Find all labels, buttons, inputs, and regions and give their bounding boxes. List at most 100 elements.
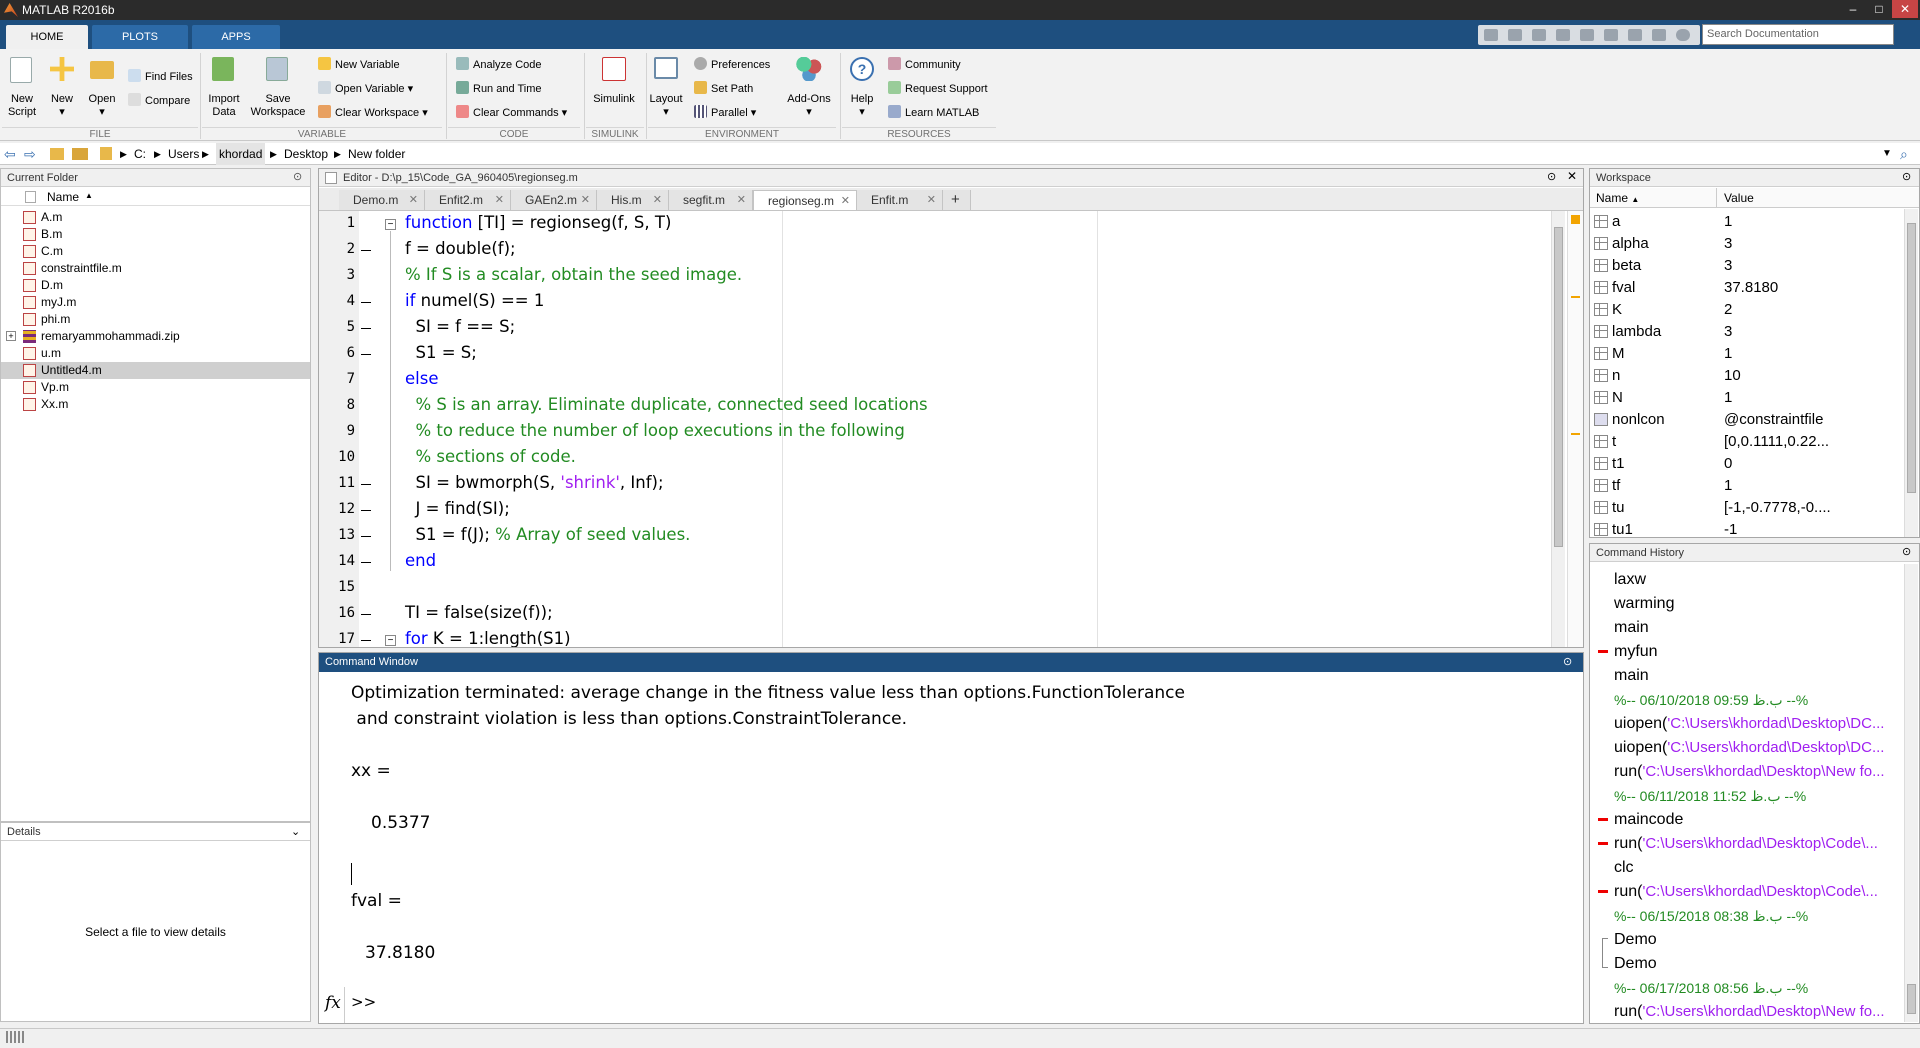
file-item[interactable]: myJ.m [1,294,310,311]
run-and-time-button[interactable]: Run and Time [456,81,541,96]
simulink-icon[interactable] [602,57,626,81]
breadcrumb-khordad[interactable]: khordad [216,143,266,165]
open-button[interactable]: Open ▾ [84,93,120,119]
breakpoint-marker[interactable] [361,302,371,303]
minimize-button[interactable]: – [1840,0,1866,18]
maximize-button[interactable]: □ [1866,0,1892,18]
add-ons-icon[interactable] [796,57,822,81]
add-tab-button[interactable]: + [943,190,971,210]
workspace-variable[interactable]: N1 [1590,387,1900,409]
chevron-down-icon[interactable]: ▼ [1882,143,1892,165]
history-item[interactable]: maincode [1614,808,1683,832]
new-script-icon[interactable] [10,57,32,83]
panel-menu-icon[interactable]: ⊙ [1902,170,1911,183]
workspace-variable[interactable]: tf 1 [1590,475,1900,497]
close-tab-icon[interactable]: ✕ [737,190,746,210]
customize-icon[interactable] [1652,29,1666,41]
breakpoint-marker[interactable] [361,328,371,329]
editor-tab[interactable]: segfit.m ✕ [669,190,753,210]
history-item[interactable]: run('C:\Users\khordad\Desktop\New fo... [1614,1000,1885,1022]
compare-button[interactable]: Compare [128,93,190,108]
file-item[interactable]: A.m [1,209,310,226]
workspace-variable[interactable]: K2 [1590,299,1900,321]
panel-menu-icon[interactable]: ⊙ [293,170,302,183]
add-ons-button[interactable]: Add-Ons ▾ [784,93,834,119]
history-item[interactable]: myfun [1614,640,1658,664]
help-icon[interactable] [1676,29,1690,41]
layout-button[interactable]: Layout ▾ [648,93,684,119]
parallel-button[interactable]: Parallel ▾ [694,105,756,120]
open-folder-icon[interactable] [90,61,114,79]
browse-folder-icon[interactable] [72,148,88,160]
save-icon[interactable] [1484,29,1498,41]
tab-apps[interactable]: APPS [192,25,280,49]
forward-arrow-icon[interactable]: ⇨ [24,143,36,165]
name-column-header[interactable]: Name ▲ [1596,191,1639,205]
request-support-button[interactable]: Request Support [888,81,988,96]
search-icon[interactable]: ⌕ [1880,27,1887,43]
layout-icon[interactable] [654,57,678,79]
code-area[interactable]: 1 2 3 4 5 6 7 8 9 10 11 12 13 14 15 16 1… [319,211,1581,647]
column-header[interactable]: Name ▲ [1,188,310,206]
workspace-variable[interactable]: beta 3 [1590,255,1900,277]
editor-tab[interactable]: His.m ✕ [597,190,669,210]
search-documentation-input[interactable]: Search Documentation [1702,24,1894,45]
copy-icon[interactable] [1532,29,1546,41]
open-variable-button[interactable]: Open Variable ▾ [318,81,413,96]
find-files-button[interactable]: Find Files [128,69,193,84]
workspace-variable[interactable]: tu1 -1 [1590,519,1900,537]
file-item[interactable]: C.m [1,243,310,260]
breakpoint-marker[interactable] [361,484,371,485]
history-item[interactable]: main [1614,616,1649,640]
set-path-button[interactable]: Set Path [694,81,753,96]
file-item-selected[interactable]: Untitled4.m [1,362,310,379]
undo-icon[interactable] [1580,29,1594,41]
new-variable-button[interactable]: New Variable [318,57,400,72]
history-item[interactable]: Demo [1614,952,1657,976]
help-button[interactable]: Help ▾ [844,93,880,119]
panel-menu-icon[interactable]: ⊙ [1563,655,1572,668]
workspace-variable[interactable]: lambda 3 [1590,321,1900,343]
preferences-button[interactable]: Preferences [694,57,770,72]
editor-tab[interactable]: Enfit.m ✕ [857,190,943,210]
up-folder-icon[interactable] [50,148,64,160]
panel-menu-icon[interactable]: ⊙ [1547,170,1556,183]
function-browser[interactable]: fx [319,987,345,1023]
new-button[interactable]: New ▾ [44,93,80,119]
close-button[interactable]: ✕ [1892,0,1918,18]
switch-windows-icon[interactable] [1628,29,1642,41]
paste-icon[interactable] [1556,29,1570,41]
import-data-button[interactable]: Import Data [204,93,244,119]
fx-icon[interactable]: fx [325,993,341,1013]
workspace-variable[interactable]: a1 [1590,211,1900,233]
history-item[interactable]: clc [1614,856,1634,880]
breadcrumb-desktop[interactable]: Desktop [284,143,328,165]
history-scrollbar[interactable] [1904,564,1918,1022]
close-tab-icon[interactable]: ✕ [653,190,662,210]
warning-indicator-icon[interactable] [1571,215,1580,224]
clear-workspace-button[interactable]: Clear Workspace ▾ [318,105,428,120]
history-item[interactable]: uiopen('C:\Users\khordad\Desktop\DC... [1614,712,1884,736]
close-tab-icon[interactable]: ✕ [495,190,504,210]
close-tab-icon[interactable]: ✕ [841,191,850,211]
editor-tab[interactable]: Demo.m ✕ [339,190,425,210]
file-item[interactable]: + remaryammohammadi.zip [1,328,310,345]
search-icon[interactable]: ⌕ [1900,143,1908,165]
workspace-variable[interactable]: alpha 3 [1590,233,1900,255]
command-window[interactable]: Command Window ⊙ Optimization terminated… [318,652,1584,1024]
file-item[interactable]: constraintfile.m [1,260,310,277]
history-item[interactable]: main [1614,664,1649,688]
fold-toggle-icon[interactable]: − [385,635,396,646]
close-icon[interactable]: ✕ [1567,169,1577,183]
expand-icon[interactable]: + [6,331,16,341]
learn-matlab-button[interactable]: Learn MATLAB [888,105,979,120]
file-item[interactable]: Vp.m [1,379,310,396]
help-icon[interactable]: ? [850,57,874,81]
workspace-variable[interactable]: M1 [1590,343,1900,365]
clear-commands-button[interactable]: Clear Commands ▾ [456,105,567,120]
new-icon[interactable] [50,57,74,81]
history-item[interactable]: laxw [1614,568,1646,592]
editor-tab[interactable]: Enfit2.m ✕ [425,190,511,210]
workspace-variable[interactable]: t [0,0.1111,0.22... [1590,431,1900,453]
editor-scrollbar[interactable] [1551,211,1565,647]
